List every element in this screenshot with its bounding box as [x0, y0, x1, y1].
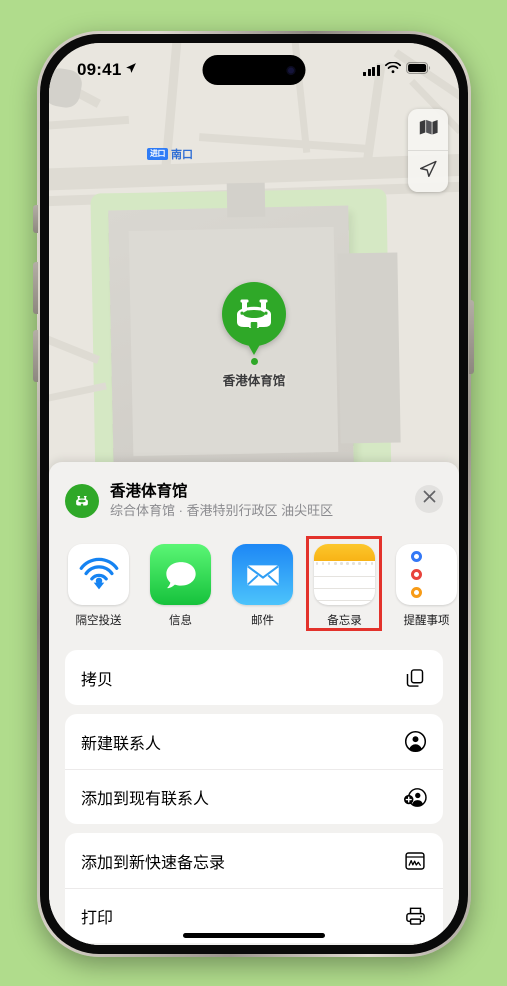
- status-icons: [363, 61, 431, 79]
- highway-badge: 进口: [147, 148, 168, 160]
- mail-icon: [232, 544, 293, 606]
- action-label: 打印: [81, 910, 114, 928]
- share-sheet: 香港体育馆 综合体育馆 · 香港特别行政区 油尖旺区 隔空投送 信息 邮件 备忘…: [49, 462, 459, 945]
- map-type-button[interactable]: [408, 109, 448, 150]
- dynamic-island: [202, 55, 306, 85]
- map-building: [337, 252, 401, 444]
- reminders-dots: [396, 551, 457, 599]
- share-app-label: 邮件: [251, 615, 274, 628]
- screenshot-stage: 进口 南口 香港体育馆 09:41 香港体育馆 综合体育馆 · 香港特别行政区 …: [0, 0, 507, 986]
- map-label-nankou: 进口 南口: [147, 146, 193, 162]
- share-app-label: 信息: [169, 615, 192, 628]
- stadium-icon: [237, 299, 271, 328]
- action-group: 添加到新快速备忘录 打印: [65, 833, 443, 944]
- map-building: [226, 182, 266, 218]
- cellular-bars-icon: [363, 64, 380, 76]
- share-app-row[interactable]: 隔空投送 信息 邮件 备忘录 提醒事项: [49, 520, 459, 632]
- volume-down-button[interactable]: [33, 330, 38, 382]
- home-indicator[interactable]: [183, 933, 325, 938]
- navigation-arrow-icon: [418, 159, 438, 184]
- map-pin-dot: [250, 358, 258, 365]
- action-row-copy[interactable]: 拷贝: [65, 650, 443, 705]
- status-time-group: 09:41: [77, 60, 137, 80]
- quick-note-icon: [403, 849, 427, 873]
- notes-icon: [314, 544, 375, 606]
- place-subtitle: 综合体育馆 · 香港特别行政区 油尖旺区: [110, 503, 334, 519]
- share-app-notes[interactable]: 备忘录: [306, 536, 382, 632]
- printer-icon: [403, 904, 427, 928]
- notes-rule: [314, 576, 375, 578]
- reminders-icon: [396, 544, 457, 606]
- map-pin[interactable]: 香港体育馆: [222, 282, 286, 389]
- notes-top-band: [314, 544, 375, 562]
- share-app-airdrop[interactable]: 隔空投送: [67, 544, 130, 628]
- stadium-icon: [76, 496, 88, 506]
- action-label: 添加到现有联系人: [81, 791, 210, 809]
- map-road: [49, 115, 130, 131]
- action-row-add-existing-contact[interactable]: 添加到现有联系人: [65, 769, 443, 824]
- notes-rule: [314, 588, 375, 590]
- action-group: 拷贝: [65, 650, 443, 706]
- volume-up-button[interactable]: [33, 262, 38, 314]
- share-sheet-header: 香港体育馆 综合体育馆 · 香港特别行政区 油尖旺区: [49, 462, 459, 520]
- share-action-list: 拷贝 新建联系人 添加到现有联系人 添加到新快速备忘录 打印: [49, 628, 459, 944]
- action-label: 添加到新快速备忘录: [81, 854, 226, 872]
- place-title: 香港体育馆: [110, 483, 188, 500]
- power-button[interactable]: [469, 300, 474, 374]
- notes-perforations: [314, 561, 375, 566]
- location-arrow-icon: [124, 60, 137, 80]
- share-app-label: 备忘录: [327, 615, 362, 628]
- messages-icon: [150, 544, 211, 606]
- map-controls: [408, 109, 448, 192]
- close-icon: [423, 490, 436, 508]
- action-group: 新建联系人 添加到现有联系人: [65, 714, 443, 825]
- mute-switch[interactable]: [33, 205, 38, 233]
- person-circle-icon: [403, 730, 427, 754]
- share-app-label: 提醒事项: [403, 615, 450, 628]
- action-row-new-contact[interactable]: 新建联系人: [65, 714, 443, 769]
- action-row-new-quick-note[interactable]: 添加到新快速备忘录: [65, 833, 443, 888]
- map-pin-label: 香港体育馆: [222, 374, 286, 388]
- wifi-icon: [385, 61, 401, 79]
- share-app-label: 隔空投送: [75, 615, 122, 628]
- battery-full-icon: [406, 61, 431, 79]
- phone-screen: 进口 南口 香港体育馆 09:41 香港体育馆 综合体育馆 · 香港特别行政区 …: [49, 43, 459, 945]
- map-pin-head: [222, 282, 286, 346]
- place-badge: [65, 484, 99, 518]
- notes-rule: [314, 600, 375, 602]
- share-app-mail[interactable]: 邮件: [231, 544, 294, 628]
- airdrop-icon: [68, 544, 129, 606]
- map-road: [198, 133, 370, 153]
- close-button[interactable]: [415, 485, 443, 513]
- folded-map-icon: [419, 119, 438, 140]
- front-camera-icon: [286, 65, 296, 75]
- map-label-text: 南口: [171, 149, 193, 161]
- copy-icon: [403, 666, 427, 690]
- share-app-reminders[interactable]: 提醒事项: [395, 544, 458, 628]
- status-time: 09:41: [77, 60, 122, 79]
- action-label: 新建联系人: [81, 735, 162, 753]
- share-app-messages[interactable]: 信息: [149, 544, 212, 628]
- action-label: 拷贝: [81, 671, 114, 689]
- person-badge-plus-icon: [403, 785, 427, 809]
- locate-me-button[interactable]: [408, 150, 448, 192]
- place-info: 香港体育馆 综合体育馆 · 香港特别行政区 油尖旺区: [110, 482, 415, 520]
